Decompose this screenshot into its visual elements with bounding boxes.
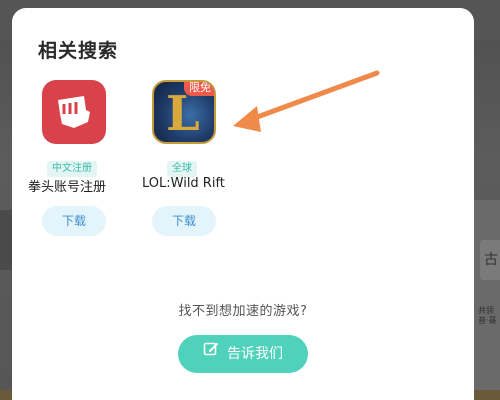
app-card-riot-account[interactable]: 中文注册 拳头账号注册 下载 — [12, 80, 132, 250]
riot-fist-icon[interactable] — [42, 80, 106, 144]
app-tag: 全球 — [122, 156, 242, 177]
app-tag-label: 全球 — [167, 161, 197, 177]
free-badge: 限免 — [184, 82, 214, 96]
app-tag-label: 中文注册 — [47, 161, 97, 177]
related-search-modal: 相关搜索 中文注册 拳头账号注册 下载 L 限免 全球 LOL:Wild Rif… — [12, 8, 474, 400]
edit-icon — [203, 334, 219, 372]
app-tag: 中文注册 — [12, 156, 132, 177]
background-right-text: 共领 音·哥 — [478, 306, 497, 325]
background-right-box: 古 — [480, 240, 500, 280]
tell-us-button[interactable]: 告诉我们 — [178, 335, 308, 373]
screen: 古 共领 音·哥 相关搜索 中文注册 拳头账号注册 下载 L 限免 全球 LOL… — [0, 0, 500, 400]
app-card-lol-wild-rift[interactable]: L 限免 全球 LOL:Wild Rift 下载 — [122, 80, 242, 250]
download-button[interactable]: 下载 — [152, 206, 216, 236]
background-right-panel — [470, 200, 500, 400]
missing-game-prompt: 找不到想加速的游戏? — [178, 304, 308, 319]
app-name: LOL:Wild Rift — [142, 176, 225, 191]
lol-logo-icon[interactable]: L 限免 — [152, 80, 216, 144]
annotation-arrow — [233, 70, 380, 132]
tell-us-label: 告诉我们 — [227, 346, 283, 362]
modal-title: 相关搜索 — [38, 40, 119, 62]
download-button[interactable]: 下载 — [42, 206, 106, 236]
